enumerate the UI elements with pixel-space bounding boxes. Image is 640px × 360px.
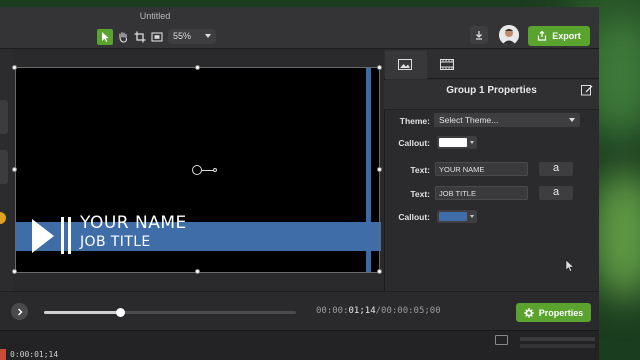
chevron-down-icon — [470, 141, 474, 144]
callout-label: Callout: — [398, 138, 430, 148]
chevron-down-icon — [470, 215, 474, 218]
theme-value: Select Theme... — [439, 115, 499, 125]
resize-handle[interactable] — [377, 269, 382, 274]
pan-zoom-tool-button[interactable] — [149, 29, 165, 45]
download-button[interactable] — [470, 26, 488, 44]
font-button[interactable]: a — [539, 162, 573, 176]
strip-tab[interactable] — [0, 150, 8, 184]
timeline-track — [520, 344, 595, 348]
timecode-prefix: 00:00: — [316, 306, 349, 316]
playback-bar — [0, 291, 599, 329]
user-icon — [499, 25, 519, 45]
window-title: Untitled — [139, 11, 171, 21]
scrubber-progress — [44, 311, 120, 314]
callout-color-picker[interactable] — [437, 136, 477, 149]
gear-icon — [524, 307, 534, 318]
font-button[interactable]: a — [539, 186, 573, 200]
text2-label: Text: — [410, 189, 430, 199]
resize-handle[interactable] — [12, 269, 17, 274]
hand-tool-button[interactable] — [115, 29, 131, 45]
export-icon — [538, 31, 547, 41]
resize-handle[interactable] — [12, 65, 17, 70]
chevron-down-icon — [205, 34, 211, 38]
zoom-value: 55% — [173, 31, 192, 41]
film-icon — [440, 58, 454, 70]
hand-icon — [119, 32, 128, 43]
chevron-right-icon — [17, 308, 22, 315]
zoom-dropdown[interactable]: 55% — [168, 29, 216, 44]
timecode-current: 01;14 — [348, 306, 376, 316]
text1-label: Text: — [410, 165, 430, 175]
callout-color-swatch — [439, 212, 467, 221]
tab-visual-properties-button[interactable] — [397, 57, 413, 71]
timecode: 00:00:01;14/00:00:05;00 — [316, 306, 441, 316]
arrow-cursor-icon — [102, 32, 109, 42]
play-shape — [32, 219, 54, 253]
chevron-down-icon — [569, 118, 575, 122]
resize-handle[interactable] — [12, 167, 17, 172]
panel-title: Group 1 Properties — [446, 85, 537, 96]
edit-icon[interactable] — [581, 84, 593, 96]
properties-label: Properties — [538, 307, 584, 318]
callout-color-picker[interactable] — [437, 210, 477, 223]
crop-icon — [134, 31, 146, 43]
visual-properties-icon — [398, 58, 412, 70]
name-text-field[interactable]: YOUR NAME — [435, 162, 528, 176]
lower-third-name[interactable]: YOUR NAME — [80, 213, 187, 233]
timeline-detach-icon[interactable] — [495, 335, 508, 345]
rotation-handle[interactable] — [192, 165, 202, 175]
avatar[interactable] — [499, 25, 519, 45]
rotation-handle-dot[interactable] — [213, 168, 217, 172]
strip-tab[interactable] — [0, 100, 8, 134]
job-title-text-field[interactable]: JOB TITLE — [435, 186, 528, 200]
resize-handle[interactable] — [195, 65, 200, 70]
divider-line — [68, 217, 71, 254]
theme-dropdown[interactable]: Select Theme... — [434, 113, 580, 127]
timecode-total: /00:00:05;00 — [375, 306, 441, 316]
pointer-tool-button[interactable] — [97, 29, 113, 45]
lower-third-job-title[interactable]: JOB TITLE — [80, 234, 151, 250]
timeline — [0, 330, 599, 360]
resize-handle[interactable] — [195, 269, 200, 274]
export-label: Export — [552, 31, 581, 41]
callout-label: Callout: — [398, 212, 430, 222]
divider-line — [61, 217, 64, 254]
timeline-track — [520, 337, 595, 341]
export-button[interactable]: Export — [528, 26, 590, 46]
timeline-current-time: 0:00:01;14 — [10, 350, 59, 359]
properties-button[interactable]: Properties — [516, 303, 591, 322]
download-icon — [476, 31, 482, 40]
mouse-cursor-icon — [565, 259, 575, 272]
scrubber-knob[interactable] — [115, 308, 125, 317]
tab-media-properties-button[interactable] — [439, 57, 455, 71]
playhead-marker[interactable] — [0, 349, 6, 360]
resize-handle[interactable] — [377, 167, 382, 172]
next-frame-button[interactable] — [11, 303, 28, 320]
callout-color-swatch — [439, 138, 467, 147]
theme-label: Theme: — [399, 116, 430, 126]
pan-zoom-icon — [151, 32, 163, 42]
resize-handle[interactable] — [377, 65, 382, 70]
crop-tool-button[interactable] — [132, 29, 148, 45]
